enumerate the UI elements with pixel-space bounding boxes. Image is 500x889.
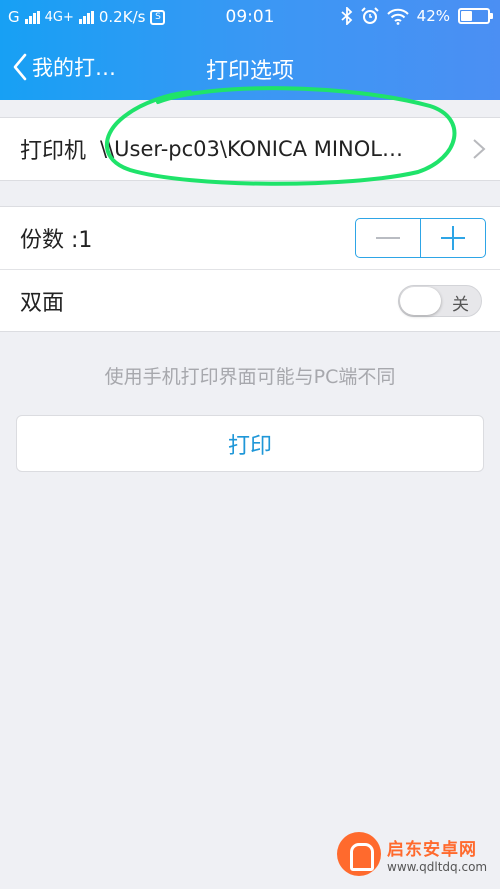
hint-text: 使用手机打印界面可能与PC端不同 (104, 366, 396, 388)
status-right: 42% (341, 7, 493, 25)
duplex-row: 双面 关 (0, 269, 500, 331)
alarm-icon (360, 7, 379, 24)
printer-row[interactable]: 打印机 \\User-pc03\KONICA MINOL… (0, 118, 500, 180)
print-button[interactable]: 打印 (16, 415, 484, 472)
watermark-logo-icon (337, 832, 381, 876)
toggle-knob (400, 287, 441, 315)
watermark-text: 启东安卓网 www.qdltdq.com (387, 835, 487, 874)
plus-icon (441, 226, 465, 250)
bluetooth-icon (341, 7, 352, 25)
duplex-label: 双面 (20, 290, 65, 316)
decrement-button[interactable] (356, 219, 420, 257)
watermark-url: www.qdltdq.com (387, 859, 488, 874)
chevron-right-icon (473, 139, 486, 159)
printer-label: 打印机 (20, 139, 87, 164)
copies-label: 份数 :1 (20, 228, 93, 253)
status-bar: G 4G+ 0.2K/s S 09:01 42% (0, 0, 500, 34)
header-area: G 4G+ 0.2K/s S 09:01 42% 我的打… 打印选项 (0, 0, 500, 100)
watermark-title: 启东安卓网 (387, 839, 477, 860)
minus-icon (376, 237, 400, 239)
watermark: 启东安卓网 www.qdltdq.com (337, 828, 492, 880)
nav-bar: 我的打… 打印选项 (0, 34, 500, 100)
copies-row: 份数 :1 (0, 207, 500, 269)
toggle-state-label: 关 (452, 295, 469, 315)
printer-group: 打印机 \\User-pc03\KONICA MINOL… (0, 117, 500, 181)
increment-button[interactable] (420, 219, 485, 257)
battery-icon (458, 8, 493, 24)
duplex-toggle[interactable]: 关 (398, 285, 482, 317)
copies-stepper (355, 218, 486, 258)
options-group: 份数 :1 双面 关 (0, 206, 500, 332)
page-title: 打印选项 (205, 59, 294, 84)
wifi-icon (386, 8, 409, 25)
battery-text: 42% (416, 7, 450, 25)
printer-value: \\User-pc03\KONICA MINOL… (100, 137, 403, 161)
